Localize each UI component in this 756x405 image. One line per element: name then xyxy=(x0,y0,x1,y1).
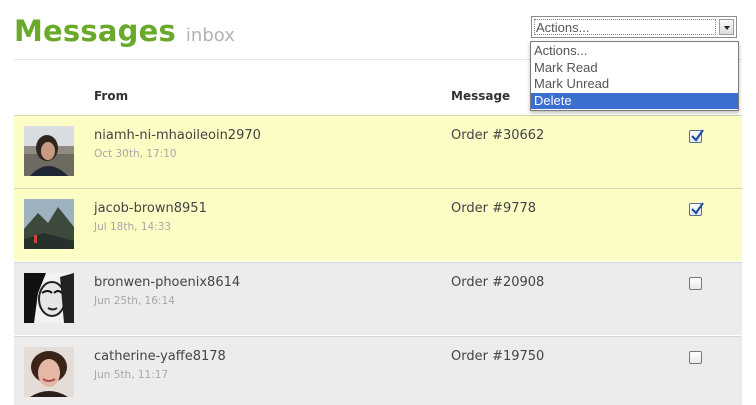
message-row[interactable]: jacob-brown8951 Jul 18th, 14:33 Order #9… xyxy=(14,188,742,261)
message-subject[interactable]: Order #20908 xyxy=(451,275,544,290)
actions-option-actions[interactable]: Actions... xyxy=(531,43,738,60)
column-header-from: From xyxy=(94,89,129,103)
sender-name[interactable]: jacob-brown8951 xyxy=(94,201,207,216)
avatar xyxy=(24,199,74,249)
message-row[interactable]: catherine-yaffe8178 Jun 5th, 11:17 Order… xyxy=(14,336,742,405)
page-subtitle: inbox xyxy=(185,25,235,46)
checkmark-icon xyxy=(691,202,704,215)
checkmark-icon xyxy=(691,129,704,142)
message-date: Jun 25th, 16:14 xyxy=(94,295,175,307)
message-subject[interactable]: Order #9778 xyxy=(451,201,536,216)
message-date: Jul 18th, 14:33 xyxy=(94,221,172,233)
actions-option-mark-read[interactable]: Mark Read xyxy=(531,60,738,77)
row-checkbox[interactable] xyxy=(689,277,702,290)
message-date: Jun 5th, 11:17 xyxy=(94,369,169,381)
avatar xyxy=(24,126,74,176)
message-row[interactable]: bronwen-phoenix8614 Jun 25th, 16:14 Orde… xyxy=(14,262,742,335)
page-header: Messages inbox xyxy=(14,14,235,58)
actions-option-delete[interactable]: Delete xyxy=(531,92,738,109)
sender-name[interactable]: bronwen-phoenix8614 xyxy=(94,275,240,290)
message-subject[interactable]: Order #30662 xyxy=(451,128,544,143)
sender-name[interactable]: niamh-ni-mhaoileoin2970 xyxy=(94,128,261,143)
actions-select[interactable]: Actions... xyxy=(531,16,737,38)
actions-dropdown: Actions... Mark Read Mark Unread Delete xyxy=(530,41,739,111)
actions-select-value: Actions... xyxy=(536,20,590,35)
column-header-message: Message xyxy=(451,89,511,103)
chevron-down-icon[interactable] xyxy=(719,19,734,35)
message-date: Oct 30th, 17:10 xyxy=(94,148,177,160)
message-subject[interactable]: Order #19750 xyxy=(451,349,544,364)
sender-name[interactable]: catherine-yaffe8178 xyxy=(94,349,226,364)
row-checkbox[interactable] xyxy=(689,202,704,216)
row-checkbox[interactable] xyxy=(689,351,702,364)
avatar xyxy=(24,273,74,323)
row-checkbox[interactable] xyxy=(689,129,704,143)
actions-option-mark-unread[interactable]: Mark Unread xyxy=(531,76,738,93)
page-title: Messages xyxy=(14,14,176,48)
avatar xyxy=(24,347,74,397)
message-row[interactable]: niamh-ni-mhaoileoin2970 Oct 30th, 17:10 … xyxy=(14,115,742,188)
